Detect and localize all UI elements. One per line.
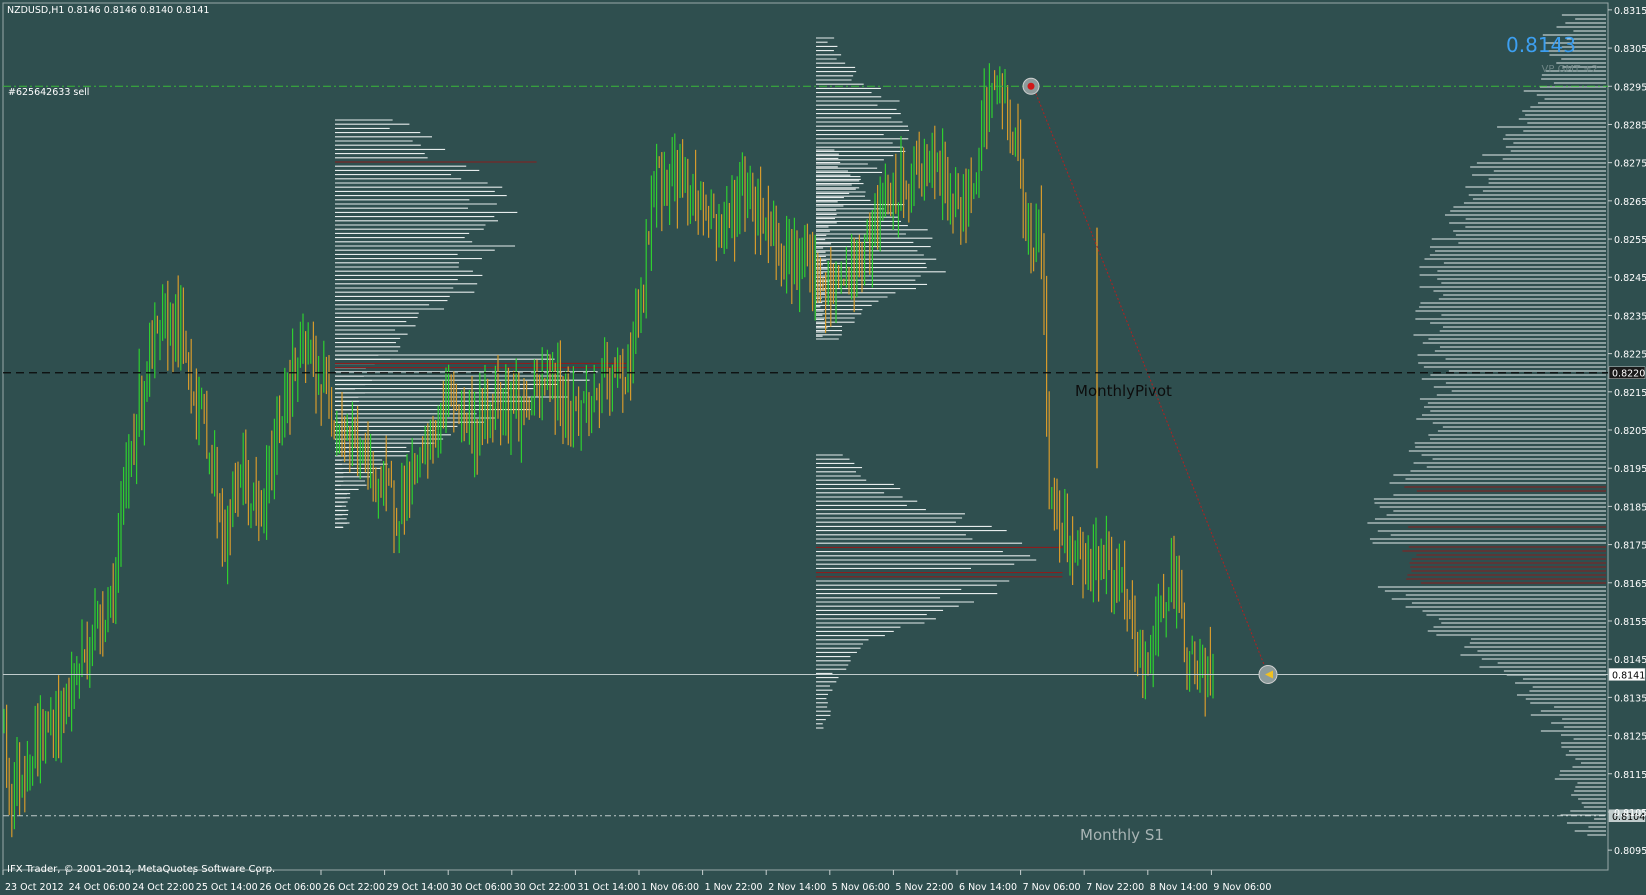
- x-tick-label: 9 Nov 06:00: [1213, 882, 1271, 893]
- y-tick-label: 0.8235: [1614, 311, 1646, 322]
- y-tick-label: 0.8225: [1614, 350, 1646, 361]
- y-tick-label: 0.8205: [1614, 426, 1646, 437]
- y-tick-label: 0.8145: [1614, 655, 1646, 666]
- copyright-text: IFX Trader, © 2001-2012, MetaQuotes Soft…: [7, 864, 275, 875]
- vp-label: VP GMT +2: [1542, 64, 1598, 75]
- x-tick-label: 2 Nov 14:00: [768, 882, 826, 893]
- symbol-header: NZDUSD,H1 0.8146 0.8146 0.8140 0.8141: [7, 5, 209, 16]
- y-tick-label: 0.8125: [1614, 732, 1646, 743]
- price-chart: 0.82200.81410.8104 0.83150.83050.82950.8…: [2, 2, 1646, 893]
- x-tick-label: 5 Nov 06:00: [832, 882, 890, 893]
- volume-profile-layer: [335, 14, 1606, 836]
- x-tick-label: 24 Oct 22:00: [132, 882, 194, 893]
- x-tick-label: 30 Oct 06:00: [450, 882, 512, 893]
- y-tick-label: 0.8305: [1614, 44, 1646, 55]
- y-tick-label: 0.8265: [1614, 197, 1646, 208]
- y-tick-label: 0.8195: [1614, 464, 1646, 475]
- x-tick-label: 8 Nov 14:00: [1150, 882, 1208, 893]
- y-tick-label: 0.8175: [1614, 541, 1646, 552]
- x-tick-label: 7 Nov 22:00: [1086, 882, 1144, 893]
- x-tick-label: 1 Nov 06:00: [641, 882, 699, 893]
- price-axis: 0.8315 0.8305 0.8295 0.8285 0.8275 0.8265 0.82…: [1608, 6, 1646, 857]
- y-tick-label: 0.8315: [1614, 6, 1646, 17]
- x-tick-label: 31 Oct 14:00: [577, 882, 639, 893]
- candlestick-layer: [3, 63, 1269, 838]
- trade-connector-line: [1032, 86, 1269, 675]
- x-tick-label: 26 Oct 06:00: [259, 882, 321, 893]
- x-tick-label: 7 Nov 06:00: [1023, 882, 1081, 893]
- current-price-tag-label: 0.8141: [1612, 670, 1645, 681]
- y-tick-label: 0.8285: [1614, 120, 1646, 131]
- y-tick-label: 0.8275: [1614, 159, 1646, 170]
- y-tick-label: 0.8105: [1614, 808, 1646, 819]
- y-tick-label: 0.8165: [1614, 579, 1646, 590]
- y-tick-label: 0.8255: [1614, 235, 1646, 246]
- x-tick-label: 1 Nov 22:00: [705, 882, 763, 893]
- x-tick-label: 6 Nov 14:00: [959, 882, 1017, 893]
- monthly-s1-label: Monthly S1: [1080, 826, 1164, 844]
- y-tick-label: 0.8155: [1614, 617, 1646, 628]
- monthly-pivot-tag-label: 0.8220: [1612, 369, 1645, 380]
- sell-entry-dot-icon: [1027, 82, 1035, 90]
- y-tick-label: 0.8215: [1614, 388, 1646, 399]
- x-tick-label: 25 Oct 14:00: [196, 882, 258, 893]
- x-tick-label: 23 Oct 2012: [5, 882, 64, 893]
- current-price-display: 0.8143: [1506, 33, 1576, 57]
- x-tick-label: 5 Nov 22:00: [895, 882, 953, 893]
- order-label: #625642633 sell: [8, 87, 89, 98]
- x-tick-label: 30 Oct 22:00: [514, 882, 576, 893]
- y-tick-label: 0.8115: [1614, 770, 1646, 781]
- x-tick-label: 26 Oct 22:00: [323, 882, 385, 893]
- y-tick-label: 0.8185: [1614, 502, 1646, 513]
- y-tick-label: 0.8135: [1614, 693, 1646, 704]
- y-tick-label: 0.8245: [1614, 273, 1646, 284]
- x-tick-label: 24 Oct 06:00: [69, 882, 131, 893]
- x-tick-label: 29 Oct 14:00: [387, 882, 449, 893]
- y-tick-label: 0.8095: [1614, 846, 1646, 857]
- y-tick-label: 0.8295: [1614, 82, 1646, 93]
- monthly-pivot-label: MonthlyPivot: [1075, 382, 1172, 400]
